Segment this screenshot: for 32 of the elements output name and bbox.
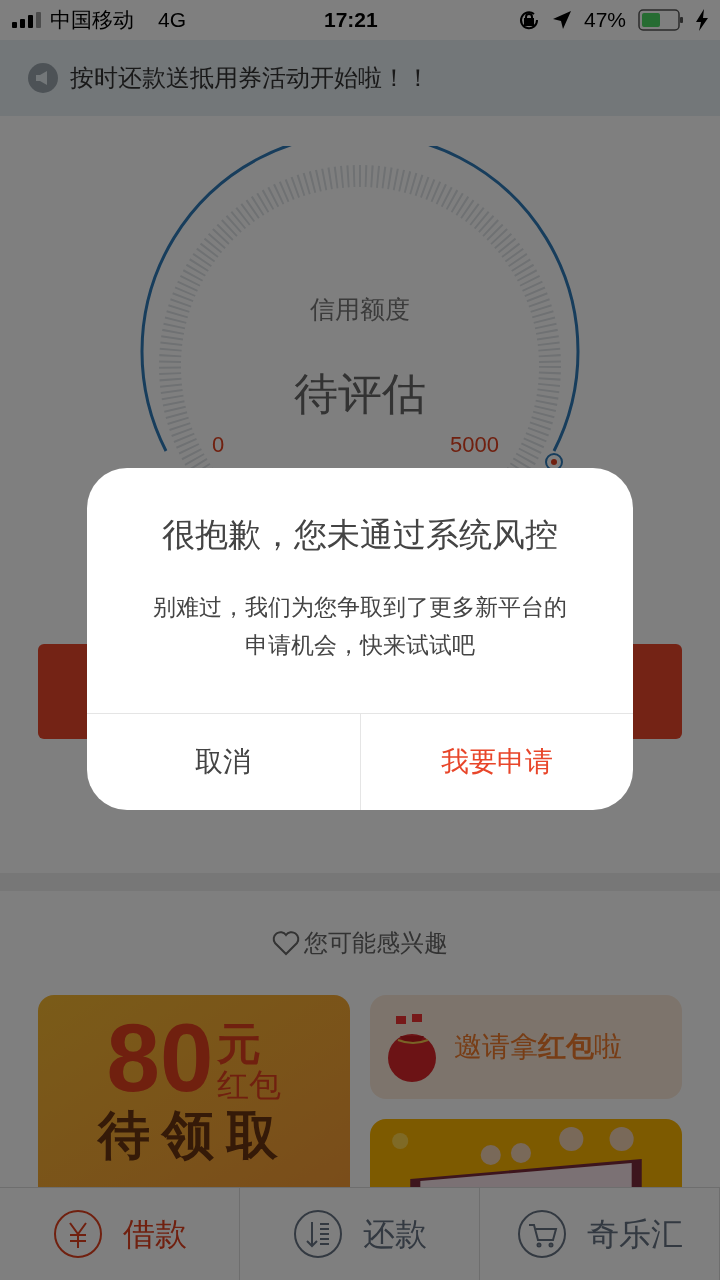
notice-bar[interactable]: 按时还款送抵用券活动开始啦！！ [0, 40, 720, 116]
megaphone-icon [28, 63, 58, 93]
notice-text: 按时还款送抵用券活动开始啦！！ [70, 63, 430, 93]
nav-tab[interactable]: 借款 [0, 1188, 240, 1280]
heart-icon [272, 930, 300, 956]
nav-tab[interactable]: 奇乐汇 [480, 1188, 720, 1280]
location-arrow-icon [551, 10, 572, 30]
signal-icon [12, 12, 42, 28]
dialog-message: 别难过，我们为您争取到了更多新平台的申请机会，快来试试吧 [152, 592, 568, 660]
invite-text: 邀请拿红包啦 [454, 1030, 622, 1064]
network-type: 4G [158, 7, 186, 34]
charging-bolt-icon [696, 9, 708, 31]
apply-now-button[interactable]: 我要申请 [359, 714, 633, 810]
gauge-max: 5000 [450, 431, 499, 459]
cancel-button[interactable]: 取消 [87, 714, 360, 810]
sort-descending-icon [292, 1209, 343, 1259]
section-title: 您可能感兴趣 [304, 928, 448, 958]
gauge-min: 0 [212, 431, 225, 459]
gauge-title: 信用额度 [309, 294, 411, 325]
clock: 17:21 [324, 7, 378, 34]
coupon-action: 待领取 [98, 1105, 290, 1166]
rotation-lock-icon [517, 9, 540, 31]
coupon-amount: 80 [106, 1013, 214, 1103]
yen-icon [52, 1209, 103, 1259]
cart-icon [516, 1209, 567, 1259]
battery-percent: 47% [583, 7, 626, 34]
carrier-name: 中国移动 [50, 7, 134, 34]
invite-banner[interactable]: 邀请拿红包啦 [370, 995, 682, 1099]
gauge-value: 待评估 [293, 368, 427, 420]
nav-tab[interactable]: 还款 [240, 1188, 480, 1280]
battery-icon [638, 9, 684, 31]
dialog-title: 很抱歉，您未通过系统风控 [161, 515, 559, 555]
